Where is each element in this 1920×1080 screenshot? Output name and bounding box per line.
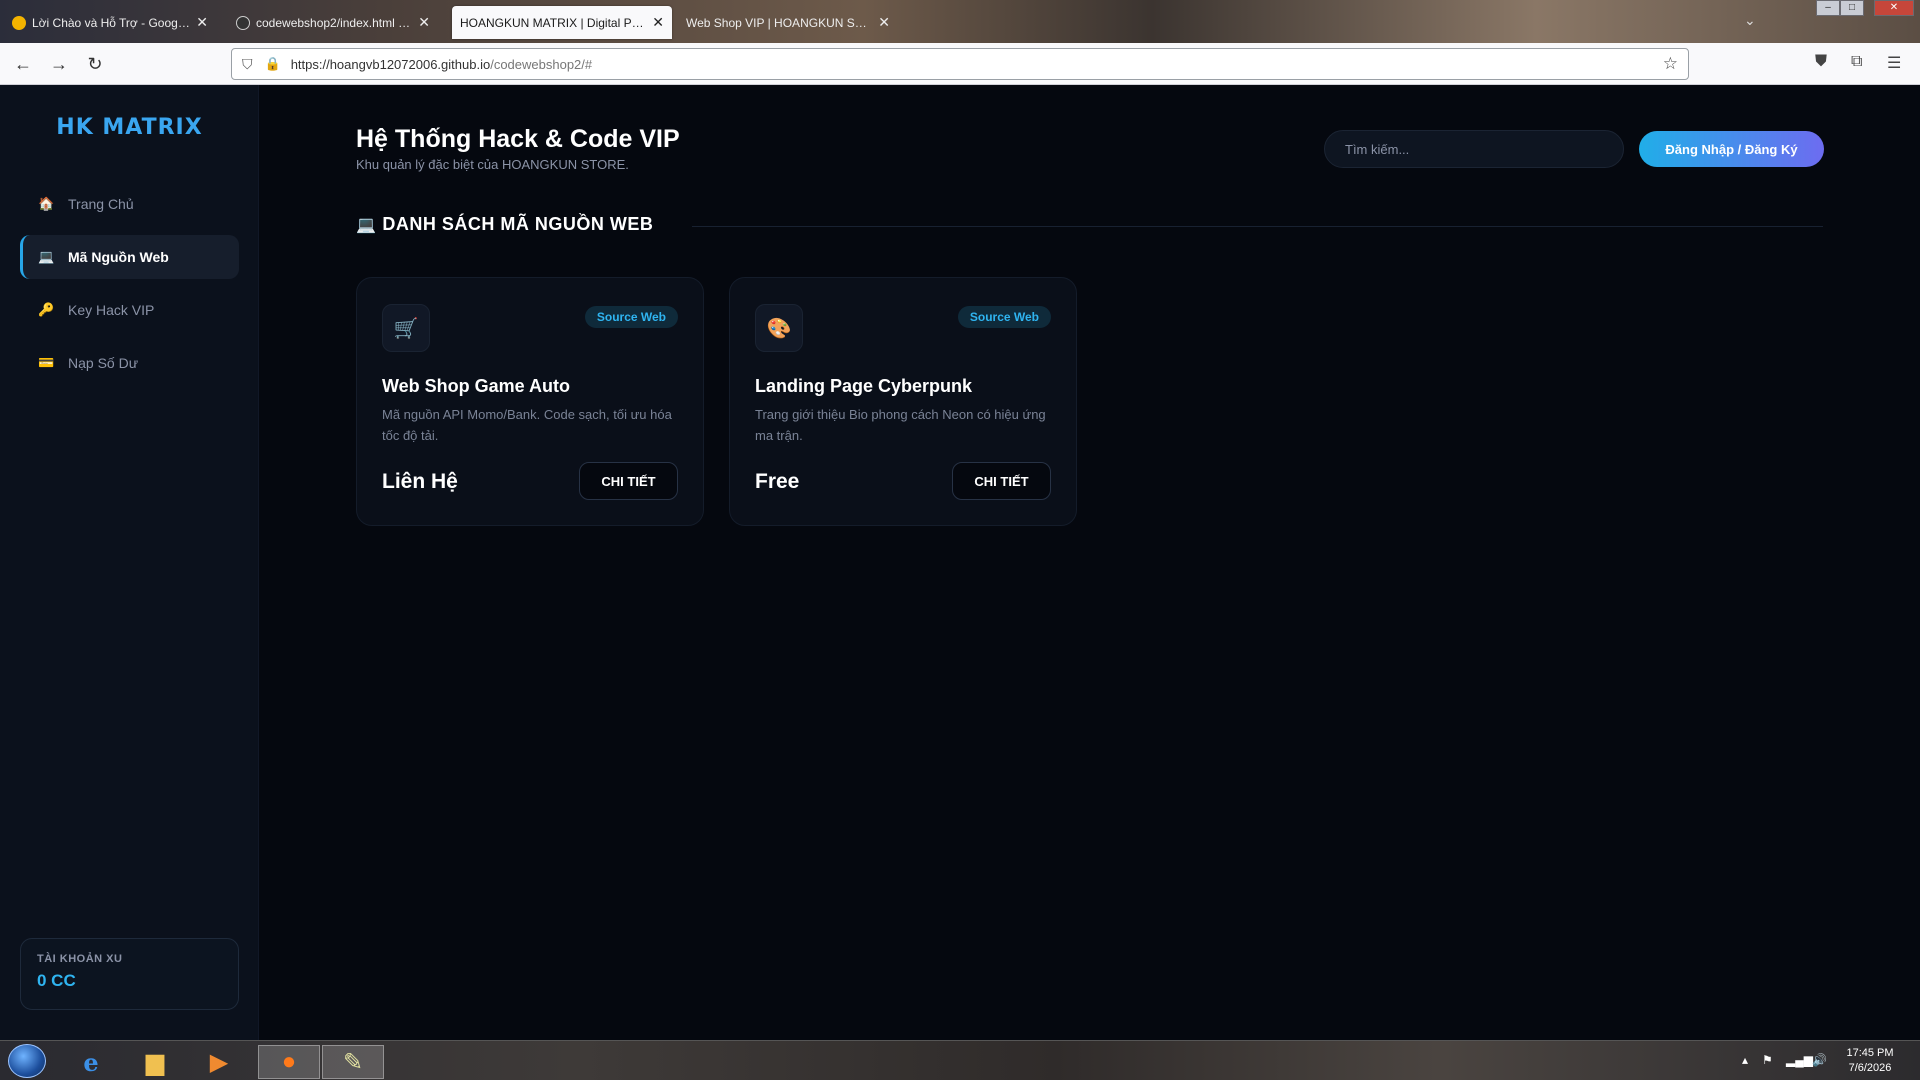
brand-logo[interactable]: HK MATRIX	[0, 115, 259, 140]
sidebar-item-home[interactable]: 🏠 Trang Chủ	[20, 182, 239, 226]
product-title: Landing Page Cyberpunk	[755, 376, 973, 396]
github-icon	[236, 15, 250, 30]
network-signal-icon[interactable]: ▂▄▆	[1786, 1053, 1813, 1067]
lock-icon[interactable]: 🔒	[265, 56, 281, 72]
bookmark-star-icon[interactable]: ☆	[1663, 54, 1678, 74]
credit-card-icon: 💳	[38, 355, 55, 370]
action-center-flag-icon[interactable]: ⚑	[1762, 1053, 1773, 1067]
tab-title: codewebshop2/index.html at m	[256, 15, 413, 30]
product-price: Liên Hệ	[382, 470, 458, 493]
minimize-button[interactable]: –	[1816, 0, 1840, 16]
browser-tab[interactable]: codewebshop2/index.html at m ✕	[228, 6, 438, 39]
tab-title: HOANGKUN MATRIX | Digital Produ	[460, 15, 647, 30]
maximize-button[interactable]: □	[1840, 0, 1864, 16]
section-heading: 💻 DANH SÁCH MÃ NGUỒN WEB	[356, 214, 653, 235]
browser-tab-strip: Lời Chào và Hỗ Trợ - Google G ✕ codewebs…	[0, 0, 1920, 43]
address-bar[interactable]: ⛉ 🔒 https://hoangvb12072006.github.io/co…	[231, 48, 1689, 80]
section-title: DANH SÁCH MÃ NGUỒN WEB	[382, 214, 654, 234]
media-player-icon[interactable]: ▶	[188, 1045, 250, 1079]
tab-list-chevron-down-icon[interactable]: ⌄	[1744, 12, 1756, 29]
product-description: Trang giới thiệu Bio phong cách Neon có …	[755, 407, 1046, 443]
details-button[interactable]: CHI TIẾT	[579, 462, 678, 500]
system-clock[interactable]: 17:45 PM 7/6/2026	[1830, 1046, 1910, 1076]
key-icon: 🔑	[38, 302, 55, 317]
url-host: https://hoangvb12072006.github.io	[290, 56, 491, 72]
url-path: /codewebshop2/#	[490, 56, 593, 72]
browser-tab[interactable]: Web Shop VIP | HOANGKUN STORE ✕	[678, 6, 898, 39]
sidebar-item-deposit[interactable]: 💳 Nạp Số Dư	[20, 341, 239, 385]
wallet-box: TÀI KHOẢN XU 0 CC	[20, 938, 239, 1010]
wallet-label: TÀI KHOẢN XU	[37, 953, 123, 965]
close-icon[interactable]: ✕	[196, 14, 208, 31]
clock-date: 7/6/2026	[1848, 1062, 1892, 1074]
close-icon[interactable]: ✕	[652, 14, 664, 31]
category-badge: Source Web	[584, 306, 678, 328]
laptop-icon: 💻	[38, 249, 55, 264]
product-title: Web Shop Game Auto	[382, 376, 571, 396]
window-close-button[interactable]: ✕	[1874, 0, 1914, 16]
show-hidden-icons-chevron-up-icon[interactable]: ▴	[1742, 1053, 1748, 1067]
browser-toolbar: ← → ↻ ⛉ 🔒 https://hoangvb12072006.github…	[0, 43, 1920, 85]
login-register-button[interactable]: Đăng Nhập / Đăng Ký	[1639, 131, 1824, 167]
sidebar-item-key-hack[interactable]: 🔑 Key Hack VIP	[20, 288, 239, 332]
internet-explorer-icon[interactable]: e	[60, 1045, 122, 1079]
windows-taskbar: e ▆ ▶ ● ✎ ▴ ⚑ ▂▄▆ 🔊 17:45 PM 7/6/2026	[0, 1040, 1920, 1080]
sidebar-item-label: Key Hack VIP	[68, 302, 155, 318]
close-icon[interactable]: ✕	[878, 14, 890, 31]
sidebar-item-label: Mã Nguồn Web	[68, 249, 169, 265]
google-icon	[12, 15, 26, 30]
home-icon: 🏠	[38, 196, 55, 211]
back-arrow-icon[interactable]: ←	[11, 52, 35, 76]
sidebar-item-label: Trang Chủ	[68, 196, 134, 212]
forward-arrow-icon[interactable]: →	[47, 52, 71, 76]
browser-tab[interactable]: Lời Chào và Hỗ Trợ - Google G ✕	[4, 6, 216, 39]
main-content: Hệ Thống Hack & Code VIP Khu quản lý đặc…	[260, 85, 1920, 1040]
page-subtitle: Khu quản lý đặc biệt của HOANGKUN STORE.	[356, 157, 629, 172]
palette-icon: 🎨	[755, 304, 803, 352]
tab-title: Web Shop VIP | HOANGKUN STORE	[686, 15, 873, 30]
product-description: Mã nguồn API Momo/Bank. Code sạch, tối ư…	[382, 407, 672, 443]
sidebar-item-source-code[interactable]: 💻 Mã Nguồn Web	[20, 235, 239, 279]
url-text[interactable]: https://hoangvb12072006.github.io/codewe…	[291, 57, 592, 72]
hamburger-menu-icon[interactable]: ☰	[1887, 53, 1901, 73]
firefox-icon[interactable]: ●	[258, 1045, 320, 1079]
page-title: Hệ Thống Hack & Code VIP	[356, 125, 680, 153]
product-card: 🛒 Source Web Web Shop Game Auto Mã nguồn…	[356, 277, 704, 526]
section-divider	[692, 226, 1823, 227]
sidebar-item-label: Nạp Số Dư	[68, 355, 139, 371]
details-button[interactable]: CHI TIẾT	[952, 462, 1051, 500]
browser-tab-active[interactable]: HOANGKUN MATRIX | Digital Produ ✕	[452, 6, 672, 39]
product-price: Free	[755, 470, 800, 493]
category-badge: Source Web	[957, 306, 1051, 328]
volume-icon[interactable]: 🔊	[1812, 1053, 1827, 1067]
laptop-icon: 💻	[356, 216, 377, 234]
product-card: 🎨 Source Web Landing Page Cyberpunk Tran…	[729, 277, 1077, 526]
start-button[interactable]	[8, 1044, 46, 1078]
tab-title: Lời Chào và Hỗ Trợ - Google G	[32, 15, 191, 30]
shield-icon[interactable]: ⛉	[242, 56, 253, 73]
notepad-icon[interactable]: ✎	[322, 1045, 384, 1079]
close-icon[interactable]: ✕	[418, 14, 430, 31]
shopping-cart-icon: 🛒	[382, 304, 430, 352]
search-input[interactable]	[1324, 130, 1624, 168]
reload-icon[interactable]: ↻	[83, 52, 107, 76]
extensions-icon[interactable]: ⧉	[1851, 53, 1862, 71]
clock-time: 17:45 PM	[1846, 1047, 1894, 1059]
pocket-icon[interactable]: ⛊	[1815, 53, 1827, 71]
sidebar: HK MATRIX 🏠 Trang Chủ 💻 Mã Nguồn Web 🔑 K…	[0, 85, 259, 1040]
wallet-balance: 0 CC	[37, 971, 76, 990]
file-explorer-icon[interactable]: ▆	[124, 1045, 186, 1079]
